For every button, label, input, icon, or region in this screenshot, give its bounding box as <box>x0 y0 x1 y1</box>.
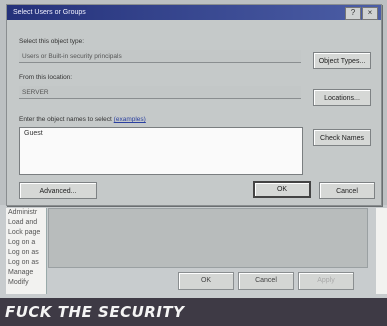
object-types-button[interactable]: Object Types... <box>313 52 371 69</box>
dialog-titlebar[interactable]: Select Users or Groups ? × <box>7 5 381 20</box>
list-item[interactable]: Lock page <box>6 228 46 238</box>
background-list: Administr Load and Lock page Log on a Lo… <box>6 208 47 294</box>
close-button[interactable]: × <box>362 7 378 20</box>
location-field: SERVER <box>19 86 301 99</box>
cancel-button[interactable]: Cancel <box>319 182 375 199</box>
object-type-label: Select this object type: <box>19 38 85 45</box>
list-item[interactable]: Load and <box>6 218 46 228</box>
object-names-value: Guest <box>24 130 43 137</box>
background-ok-button[interactable]: OK <box>178 272 234 290</box>
caption-text: FUCK THE SECURITY <box>5 303 185 321</box>
object-type-field: Users or Built-in security principals <box>19 50 301 63</box>
locations-button[interactable]: Locations... <box>313 89 371 106</box>
check-names-button[interactable]: Check Names <box>313 129 371 146</box>
background-list-right-edge <box>376 208 387 294</box>
caption-bar: FUCK THE SECURITY <box>0 298 387 326</box>
background-apply-button[interactable]: Apply <box>298 272 354 290</box>
dialog-title: Select Users or Groups <box>13 9 86 16</box>
ok-button[interactable]: OK <box>253 181 311 198</box>
background-cancel-button[interactable]: Cancel <box>238 272 294 290</box>
object-names-label-text: Enter the object names to select <box>19 116 112 123</box>
help-button[interactable]: ? <box>345 7 361 20</box>
background-panel <box>48 208 368 268</box>
list-item[interactable]: Modify <box>6 278 46 288</box>
location-label: From this location: <box>19 74 73 81</box>
object-names-label: Enter the object names to select (exampl… <box>19 116 146 123</box>
list-item[interactable]: Log on as <box>6 248 46 258</box>
list-item[interactable]: Log on as <box>6 258 46 268</box>
advanced-button[interactable]: Advanced... <box>19 182 97 199</box>
list-item[interactable]: Log on a <box>6 238 46 248</box>
select-users-dialog: Select Users or Groups ? × Select this o… <box>6 4 382 206</box>
object-names-input[interactable]: Guest <box>19 127 303 175</box>
examples-link[interactable]: (examples) <box>114 116 146 123</box>
list-item[interactable]: Administr <box>6 208 46 218</box>
list-item[interactable]: Manage <box>6 268 46 278</box>
